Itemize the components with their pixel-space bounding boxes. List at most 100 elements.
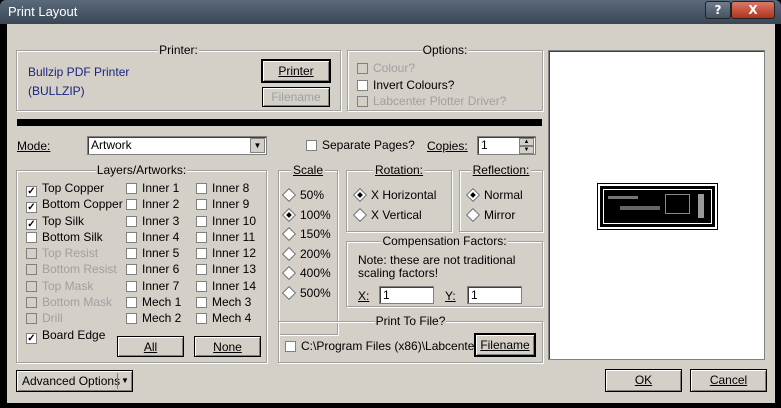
layers-group: Layers/Artworks: All None ✓ Top Copper ✓ Bo… (16, 163, 267, 363)
rotation-vertical-radio[interactable]: X Vertical (352, 207, 422, 223)
scale-200-radio[interactable]: 200% (281, 246, 331, 262)
layer-board-edge-checkbox[interactable]: ✓ Board Edge (26, 329, 105, 344)
layer-inner-1-checkbox[interactable]: Inner 1 (126, 182, 179, 195)
layer-mech-3-checkbox[interactable]: Mech 3 (196, 296, 251, 309)
mode-select[interactable]: Artwork ▼ (87, 136, 267, 155)
cancel-button[interactable]: Cancel (690, 369, 767, 392)
layer-inner-12-checkbox-label: Inner 12 (212, 246, 257, 260)
layer-top-mask-checkbox[interactable]: Top Mask (26, 280, 93, 293)
layer-top-copper-checkbox[interactable]: ✓ Top Copper (26, 182, 104, 197)
layer-inner-5-checkbox[interactable]: Inner 5 (126, 247, 179, 260)
layer-bottom-resist-checkbox[interactable]: Bottom Resist (26, 263, 117, 276)
layer-mech-3-checkbox-label: Mech 3 (212, 295, 252, 309)
checkbox-box (196, 199, 207, 210)
print-to-file-filename-button[interactable]: Filename (474, 333, 536, 357)
spin-down-icon[interactable]: ▼ (519, 146, 534, 154)
radio-indicator (465, 187, 481, 203)
close-button[interactable]: X (731, 1, 775, 19)
layer-inner-2-checkbox[interactable]: Inner 2 (126, 198, 179, 211)
layer-inner-7-checkbox-label: Inner 7 (142, 279, 180, 293)
plotter-driver-checkbox[interactable]: Labcenter Plotter Driver? (357, 95, 506, 108)
help-button[interactable]: ? (705, 1, 731, 19)
checkbox-box (196, 232, 207, 243)
title-bar: Print Layout ? X (0, 0, 781, 24)
layer-inner-6-checkbox-label: Inner 6 (142, 262, 180, 276)
scale-legend: Scale (290, 163, 326, 177)
radio-indicator (281, 285, 297, 301)
colour-label: Colour? (373, 61, 416, 75)
layer-inner-11-checkbox[interactable]: Inner 11 (196, 231, 255, 244)
layer-inner-2-checkbox-label: Inner 2 (142, 197, 180, 211)
colour-checkbox[interactable]: Colour? (357, 62, 415, 75)
layer-inner-12-checkbox[interactable]: Inner 12 (196, 247, 256, 260)
layer-inner-14-checkbox-label: Inner 14 (212, 279, 257, 293)
layer-inner-8-checkbox[interactable]: Inner 8 (196, 182, 249, 195)
layer-inner-8-checkbox-label: Inner 8 (212, 181, 250, 195)
checkbox-box (26, 281, 37, 292)
layer-bottom-mask-checkbox[interactable]: Bottom Mask (26, 296, 112, 309)
dialog-body: Printer: Bullzip PDF Printer (BULLZIP) P… (7, 24, 775, 403)
checkmark-icon: ✓ (26, 202, 37, 213)
layer-inner-7-checkbox[interactable]: Inner 7 (126, 280, 179, 293)
window-title: Print Layout (8, 4, 78, 19)
checkmark-icon: ✓ (26, 219, 37, 230)
advanced-options-button[interactable]: Advanced Options ▼ (16, 370, 133, 392)
rotation-horizontal-radio[interactable]: X Horizontal (352, 187, 436, 203)
radio-indicator (281, 246, 297, 262)
layer-mech-1-checkbox[interactable]: Mech 1 (126, 296, 181, 309)
layer-inner-6-checkbox[interactable]: Inner 6 (126, 263, 179, 276)
layer-top-silk-checkbox[interactable]: ✓ Top Silk (26, 215, 84, 230)
filename-button-disabled[interactable]: Filename (262, 87, 330, 107)
copies-label: Copies: (427, 139, 468, 153)
scale-option-label: 100% (300, 208, 331, 222)
layer-drill-checkbox[interactable]: Drill (26, 312, 63, 325)
layer-inner-11-checkbox-label: Inner 11 (212, 230, 256, 244)
x-factor-input[interactable]: 1 (379, 286, 434, 304)
all-button[interactable]: All (117, 336, 184, 357)
reflection-normal-label: Normal (484, 188, 523, 202)
layer-mech-4-checkbox[interactable]: Mech 4 (196, 312, 251, 325)
chevron-down-icon[interactable]: ▼ (117, 373, 132, 389)
checkbox-box (26, 232, 37, 243)
scale-100-radio[interactable]: 100% (281, 207, 331, 223)
ok-button[interactable]: OK (605, 369, 682, 392)
print-to-file-legend: Print To File? (374, 314, 447, 328)
layer-inner-4-checkbox[interactable]: Inner 4 (126, 231, 179, 244)
layer-inner-10-checkbox[interactable]: Inner 10 (196, 215, 256, 228)
checkbox-box (126, 264, 137, 275)
scale-500-radio[interactable]: 500% (281, 285, 331, 301)
checkbox-box (357, 96, 368, 107)
print-to-file-checkbox[interactable]: C:\Program Files (x86)\Labcente (285, 340, 474, 353)
layer-inner-13-checkbox[interactable]: Inner 13 (196, 263, 256, 276)
reflection-normal-radio[interactable]: Normal (465, 187, 523, 203)
radio-indicator (465, 207, 481, 223)
scale-option-label: 500% (300, 286, 331, 300)
copies-spinner[interactable]: 1 ▲ ▼ (477, 136, 536, 155)
printer-button[interactable]: Printer (261, 59, 331, 83)
y-factor-label: Y: (445, 289, 456, 303)
radio-indicator (352, 187, 368, 203)
chevron-down-icon[interactable]: ▼ (250, 138, 265, 153)
layer-bottom-copper-checkbox[interactable]: ✓ Bottom Copper (26, 198, 123, 213)
none-button[interactable]: None (194, 336, 261, 357)
scale-150-radio[interactable]: 150% (281, 226, 331, 242)
layer-inner-14-checkbox[interactable]: Inner 14 (196, 280, 256, 293)
layer-bottom-silk-checkbox[interactable]: Bottom Silk (26, 231, 103, 244)
layer-inner-9-checkbox[interactable]: Inner 9 (196, 198, 249, 211)
checkbox-box (196, 281, 207, 292)
scale-400-radio[interactable]: 400% (281, 265, 331, 281)
radio-indicator (352, 207, 368, 223)
board-component (665, 194, 690, 214)
layer-mech-2-checkbox[interactable]: Mech 2 (126, 312, 181, 325)
separate-pages-checkbox[interactable]: Separate Pages? (306, 139, 415, 152)
invert-colours-checkbox[interactable]: Invert Colours? (357, 79, 454, 92)
y-factor-input[interactable]: 1 (467, 286, 522, 304)
spin-up-icon[interactable]: ▲ (519, 138, 534, 146)
reflection-mirror-radio[interactable]: Mirror (465, 207, 515, 223)
checkbox-box (126, 297, 137, 308)
layer-top-resist-checkbox[interactable]: Top Resist (26, 247, 98, 260)
scale-50-radio[interactable]: 50% (281, 187, 324, 203)
radio-indicator (281, 226, 297, 242)
layer-inner-3-checkbox[interactable]: Inner 3 (126, 215, 179, 228)
checkbox-box (196, 264, 207, 275)
